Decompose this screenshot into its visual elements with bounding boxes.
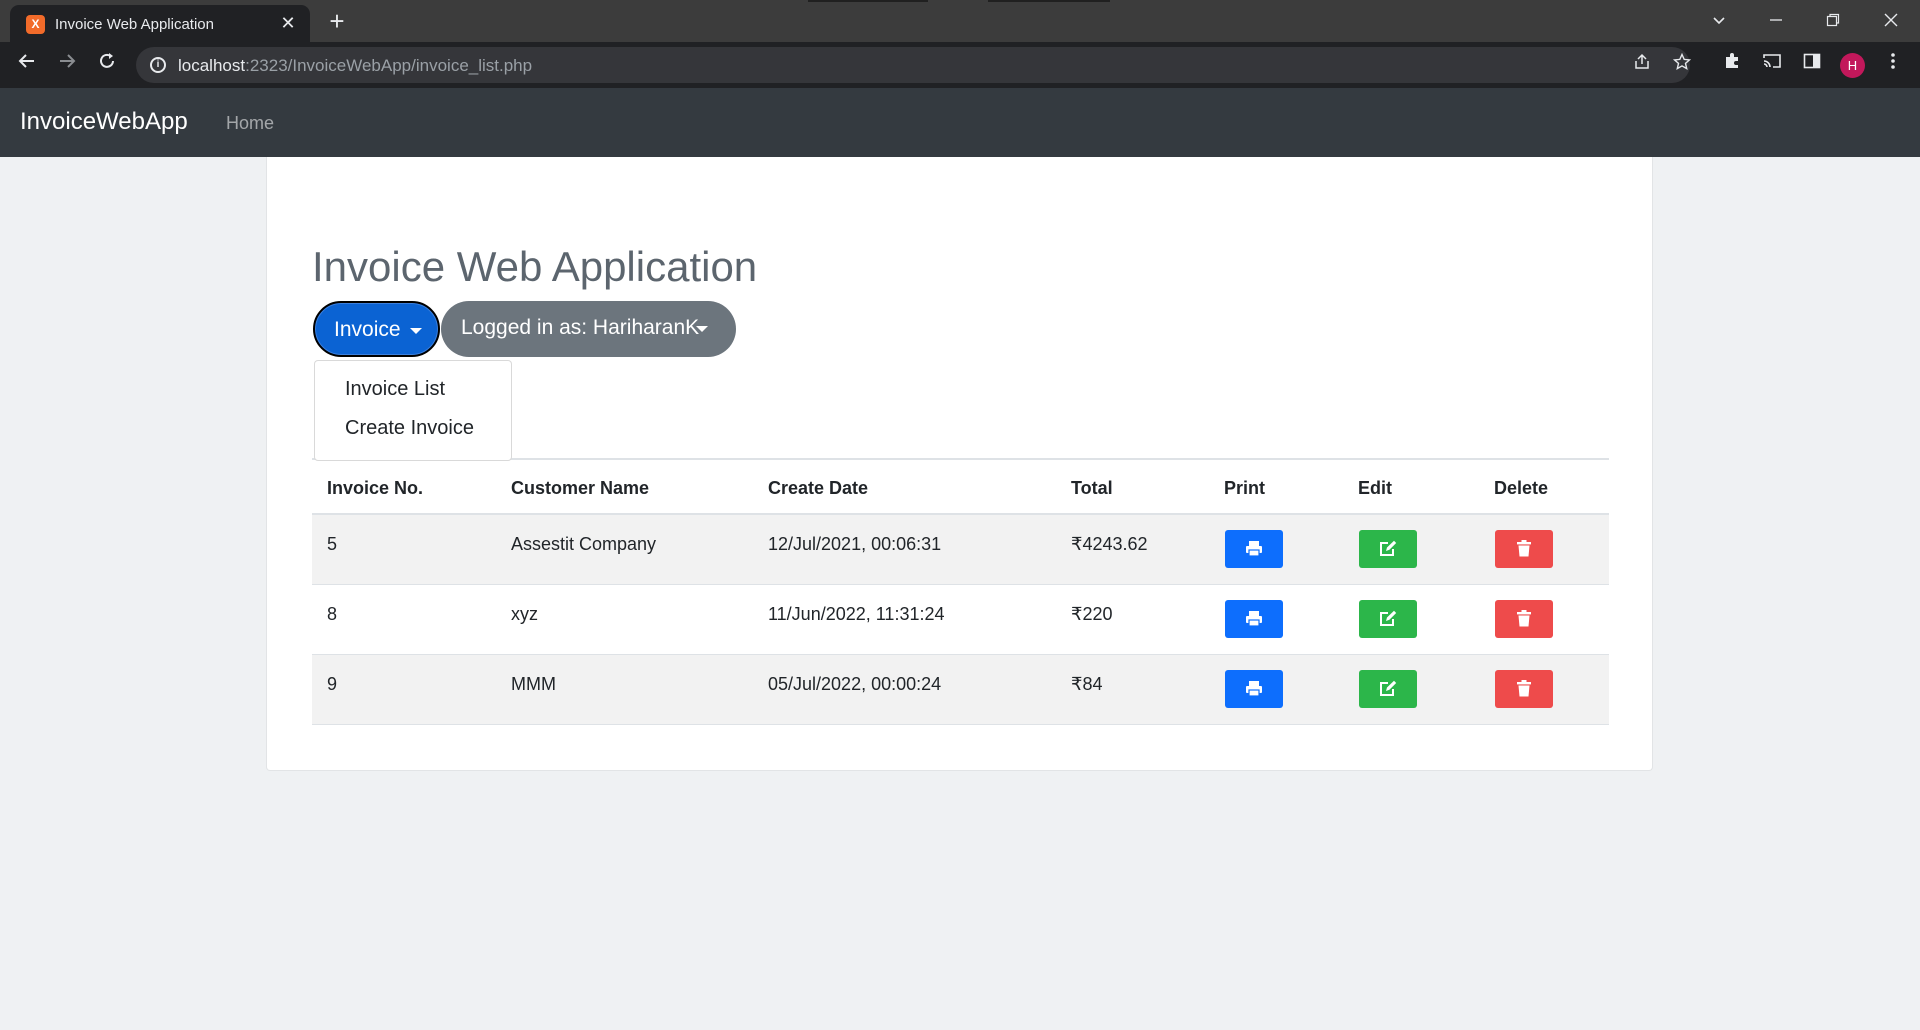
- print-button[interactable]: [1225, 670, 1283, 708]
- edit-button[interactable]: [1359, 600, 1417, 638]
- dropdown-item-create-invoice[interactable]: Create Invoice: [345, 417, 474, 440]
- edit-icon: [1380, 680, 1397, 696]
- minimize-icon[interactable]: [1756, 6, 1796, 36]
- navbar-brand[interactable]: InvoiceWebApp: [20, 108, 188, 136]
- browser-toolbar: i localhost:2323/InvoiceWebApp/invoice_l…: [0, 42, 1920, 88]
- print-icon: [1246, 541, 1262, 557]
- url-text[interactable]: localhost:2323/InvoiceWebApp/invoice_lis…: [178, 56, 532, 76]
- trash-icon: [1517, 540, 1531, 557]
- tab-search-icon[interactable]: [1699, 6, 1739, 36]
- invoice-number: 8: [327, 604, 338, 624]
- column-header: Edit: [1358, 478, 1392, 498]
- address-bar[interactable]: i localhost:2323/InvoiceWebApp/invoice_l…: [136, 47, 1692, 83]
- customer-name: xyz: [511, 604, 538, 624]
- edit-icon: [1380, 610, 1397, 626]
- side-panel-icon[interactable]: [1797, 50, 1827, 80]
- column-header: Total: [1071, 478, 1113, 498]
- reload-icon[interactable]: [92, 50, 122, 80]
- delete-button[interactable]: [1495, 670, 1553, 708]
- column-header: Delete: [1494, 478, 1549, 498]
- menu-kebab-icon[interactable]: [1878, 50, 1908, 80]
- dropdown-item-invoice-list[interactable]: Invoice List: [345, 378, 445, 401]
- table-header: Invoice No. Customer Name Create Date To…: [312, 458, 1609, 515]
- main-card: Invoice Web Application Invoice Logged i…: [266, 157, 1653, 771]
- profile-avatar[interactable]: H: [1840, 53, 1865, 78]
- user-button-label: Logged in as: HariharanK: [461, 316, 700, 339]
- extensions-icon[interactable]: [1717, 50, 1747, 80]
- trash-icon: [1517, 680, 1531, 697]
- invoice-total: ₹4243.62: [1071, 534, 1148, 554]
- url-path: :2323/InvoiceWebApp/invoice_list.php: [245, 56, 533, 75]
- restore-icon[interactable]: [1813, 6, 1853, 36]
- browser-tab[interactable]: X Invoice Web Application ✕: [10, 5, 310, 42]
- column-header: Invoice No.: [327, 478, 424, 498]
- back-arrow-icon[interactable]: [12, 50, 42, 80]
- app-navbar: InvoiceWebApp Home: [0, 88, 1920, 157]
- caret-down-icon: [410, 328, 422, 334]
- cast-icon[interactable]: [1757, 50, 1787, 80]
- xampp-favicon-icon: X: [26, 15, 45, 34]
- nav-link-home[interactable]: Home: [226, 113, 274, 134]
- caret-down-icon: [696, 326, 708, 332]
- column-header: Customer Name: [511, 478, 650, 498]
- customer-name: MMM: [511, 674, 556, 694]
- create-date: 11/Jun/2022, 11:31:24: [768, 604, 945, 624]
- invoice-dropdown-menu: Invoice List Create Invoice: [314, 360, 512, 461]
- tab-close-icon[interactable]: ✕: [276, 11, 300, 35]
- site-info-icon[interactable]: i: [150, 57, 166, 73]
- print-button[interactable]: [1225, 600, 1283, 638]
- create-date: 05/Jul/2022, 00:00:24: [768, 674, 942, 694]
- column-header: Create Date: [768, 478, 869, 498]
- invoice-total: ₹220: [1071, 604, 1113, 624]
- new-tab-button[interactable]: +: [322, 8, 352, 36]
- table-row: 9 MMM 05/Jul/2022, 00:00:24 ₹84: [312, 655, 1609, 725]
- print-icon: [1246, 611, 1262, 627]
- invoice-button-label: Invoice: [334, 318, 401, 341]
- edit-button[interactable]: [1359, 670, 1417, 708]
- edit-button[interactable]: [1359, 530, 1417, 568]
- delete-button[interactable]: [1495, 530, 1553, 568]
- invoice-number: 5: [327, 534, 338, 554]
- close-window-icon[interactable]: [1871, 6, 1911, 36]
- window-drag-mark: [808, 0, 928, 2]
- create-date: 12/Jul/2021, 00:06:31: [768, 534, 942, 554]
- user-dropdown-button[interactable]: Logged in as: HariharanK: [441, 301, 736, 357]
- trash-icon: [1517, 610, 1531, 627]
- invoice-dropdown-button[interactable]: Invoice: [313, 301, 440, 357]
- column-header: Print: [1224, 478, 1266, 498]
- edit-icon: [1380, 540, 1397, 556]
- print-icon: [1246, 681, 1262, 697]
- table-row: 5 Assestit Company 12/Jul/2021, 00:06:31…: [312, 515, 1609, 585]
- url-host: localhost: [178, 56, 246, 75]
- invoice-number: 9: [327, 674, 338, 694]
- window-drag-mark: [988, 0, 1110, 2]
- invoice-total: ₹84: [1071, 674, 1103, 694]
- share-icon[interactable]: [1630, 53, 1654, 77]
- print-button[interactable]: [1225, 530, 1283, 568]
- forward-arrow-icon[interactable]: [52, 50, 82, 80]
- tab-title: Invoice Web Application: [55, 16, 214, 33]
- customer-name: Assestit Company: [511, 534, 657, 554]
- browser-titlebar: X Invoice Web Application ✕ +: [0, 0, 1920, 42]
- table-row: 8 xyz 11/Jun/2022, 11:31:24 ₹220: [312, 585, 1609, 655]
- page-title: Invoice Web Application: [312, 243, 758, 290]
- bookmark-star-icon[interactable]: [1670, 52, 1694, 77]
- delete-button[interactable]: [1495, 600, 1553, 638]
